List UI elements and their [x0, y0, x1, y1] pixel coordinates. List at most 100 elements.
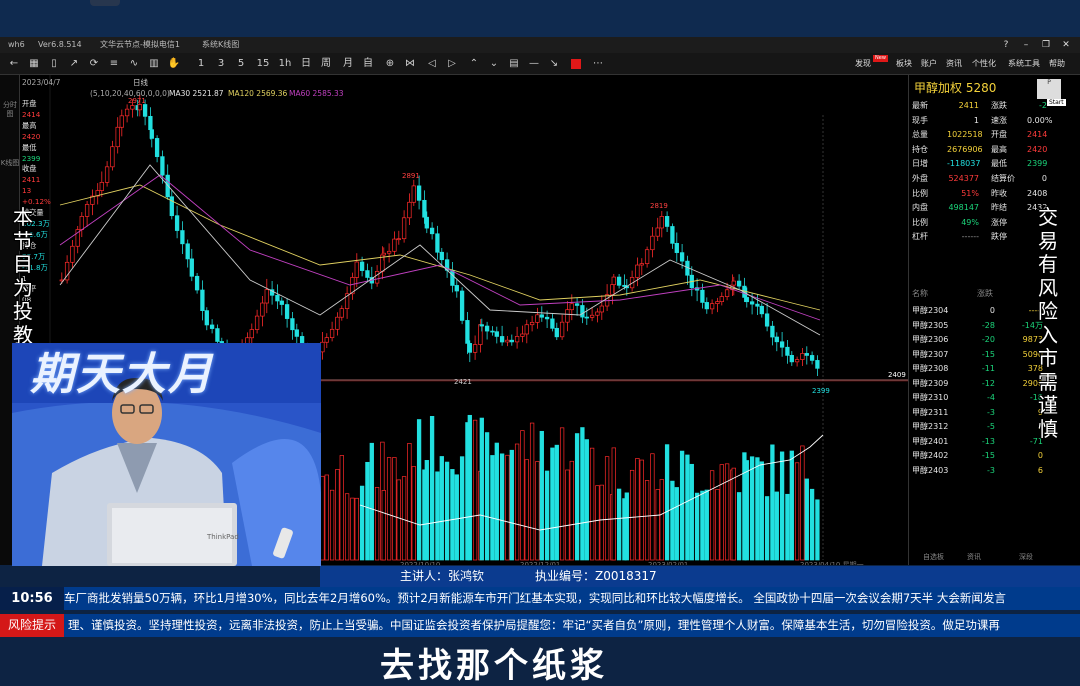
minimize-icon[interactable]: – — [1016, 37, 1036, 53]
candle-body — [505, 339, 510, 343]
close-icon[interactable]: ✕ — [1056, 37, 1076, 53]
overlay-char: 为 — [13, 275, 33, 300]
help-icon[interactable]: ? — [996, 37, 1016, 53]
candle-body — [407, 201, 412, 219]
candle-body — [574, 303, 580, 306]
volume-bar — [544, 470, 550, 561]
bar-info-item: 2420 — [22, 131, 41, 141]
candle-body — [514, 336, 520, 343]
record-icon[interactable] — [571, 59, 581, 69]
left-icon[interactable]: ◁ — [424, 56, 440, 72]
volume-bar — [685, 454, 690, 561]
ray-tool-icon[interactable]: ↘ — [546, 56, 562, 72]
candle-body — [422, 199, 427, 218]
period-custom[interactable]: 自 — [360, 56, 376, 72]
candle-body — [339, 308, 344, 318]
volume-bar — [494, 442, 499, 561]
date-label: 2023/02/01 — [648, 561, 688, 565]
contract-row[interactable]: 甲醇2403 -3 6 — [909, 464, 1080, 479]
hand-icon[interactable]: ✋ — [166, 56, 182, 72]
new-badge: New — [873, 55, 888, 62]
nav-timeshare[interactable]: 分时图 — [0, 101, 20, 119]
period-day[interactable]: 日 — [298, 56, 314, 72]
arrow-icon[interactable]: ↗ — [66, 56, 82, 72]
menu-personal[interactable]: 个性化 — [972, 53, 996, 75]
menu-sector[interactable]: 板块 — [896, 53, 912, 75]
candle-body — [589, 314, 595, 318]
line-tool-icon[interactable]: — — [526, 56, 542, 72]
volume-bar — [809, 488, 815, 561]
list-icon[interactable]: ≡ — [106, 56, 122, 72]
period-1[interactable]: 1 — [193, 56, 209, 72]
menu-news[interactable]: 资讯 — [946, 53, 962, 75]
license-number: 执业编号：Z0018317 — [535, 569, 657, 583]
right-icon[interactable]: ▷ — [444, 56, 460, 72]
volume-bar — [454, 474, 459, 561]
volume-bar — [459, 456, 465, 561]
quote-value: -118037 — [947, 159, 981, 169]
layout-icon[interactable]: ▤ — [506, 56, 522, 72]
quote-label: 涨停 — [991, 217, 1007, 227]
candle-body — [200, 289, 205, 311]
candle-body — [264, 289, 269, 304]
menu-tools[interactable]: 系统工具 — [1008, 53, 1040, 75]
candle-body — [484, 325, 490, 332]
more-icon[interactable]: ⋯ — [590, 56, 606, 72]
quote-label: 最低 — [991, 159, 1007, 169]
candle-body — [290, 318, 295, 331]
volume-bar — [386, 457, 392, 561]
zoom-in-icon[interactable]: ⊕ — [382, 56, 398, 72]
contract-row[interactable]: 甲醇2402 -15 0 — [909, 449, 1080, 464]
nav-kline[interactable]: K线图 — [0, 159, 20, 168]
volume-bar — [639, 459, 644, 561]
grid-icon[interactable]: ▦ — [26, 56, 42, 72]
tab-depth[interactable]: 深段 — [1019, 550, 1033, 565]
candle-body — [70, 245, 75, 263]
tab-watchlist[interactable]: 自选板 — [923, 550, 944, 565]
period-5[interactable]: 5 — [233, 56, 249, 72]
candle-body — [770, 325, 775, 338]
candle-body — [320, 341, 325, 353]
chart-line-icon[interactable]: ∿ — [126, 56, 142, 72]
start-thumbnail[interactable]: P — [1037, 79, 1061, 99]
up-icon[interactable]: ⌃ — [466, 56, 482, 72]
quote-row: 比例 51% 昨收 2408 — [909, 187, 1080, 202]
quote-value: 0.00% — [1027, 115, 1053, 125]
candle-body — [524, 324, 529, 335]
banner-text: 期天大月 — [30, 349, 214, 400]
candle-body — [429, 227, 435, 235]
contract-change: -15 — [981, 349, 995, 359]
restore-icon[interactable]: ❐ — [1036, 37, 1056, 53]
period-1h[interactable]: 1h — [277, 56, 293, 72]
menu-account[interactable]: 账户 — [921, 53, 937, 75]
candle-body — [554, 327, 559, 338]
volume-bar — [554, 444, 559, 561]
kline-icon[interactable]: ▯ — [46, 56, 62, 72]
volume-bar — [565, 469, 570, 561]
bar-info-item: 2411 — [22, 175, 41, 185]
candle-body — [490, 330, 495, 333]
indicator-params: (5,10,20,40,60,0,0,0) — [90, 89, 170, 98]
volume-bar — [749, 456, 755, 561]
tab-news[interactable]: 资讯 — [967, 550, 981, 565]
down-icon[interactable]: ⌄ — [486, 56, 502, 72]
ma120-label: MA120 2569.36 — [228, 89, 288, 98]
bars-icon[interactable]: ▥ — [146, 56, 162, 72]
volume-bar — [664, 444, 670, 561]
period-week[interactable]: 周 — [318, 56, 334, 72]
candle-body — [130, 105, 135, 110]
volume-bar — [804, 478, 809, 561]
period-15[interactable]: 15 — [255, 56, 271, 72]
menu-discover[interactable]: 发现 — [855, 53, 871, 75]
chart-date: 2023/04/7 — [22, 78, 61, 87]
fit-icon[interactable]: ⋈ — [402, 56, 418, 72]
quote-label: 涨跌 — [991, 101, 1007, 110]
contract-change: -5 — [987, 422, 995, 431]
candle-body — [749, 301, 755, 305]
period-month[interactable]: 月 — [340, 56, 356, 72]
period-3[interactable]: 3 — [213, 56, 229, 72]
toolbar: ← ▦ ▯ ↗ ⟳ ≡ ∿ ▥ ✋ 1 3 5 15 1h 日 周 月 自 ⊕ … — [0, 53, 1080, 75]
refresh-icon[interactable]: ⟳ — [86, 56, 102, 72]
back-icon[interactable]: ← — [6, 56, 22, 72]
menu-help[interactable]: 帮助 — [1049, 53, 1065, 75]
